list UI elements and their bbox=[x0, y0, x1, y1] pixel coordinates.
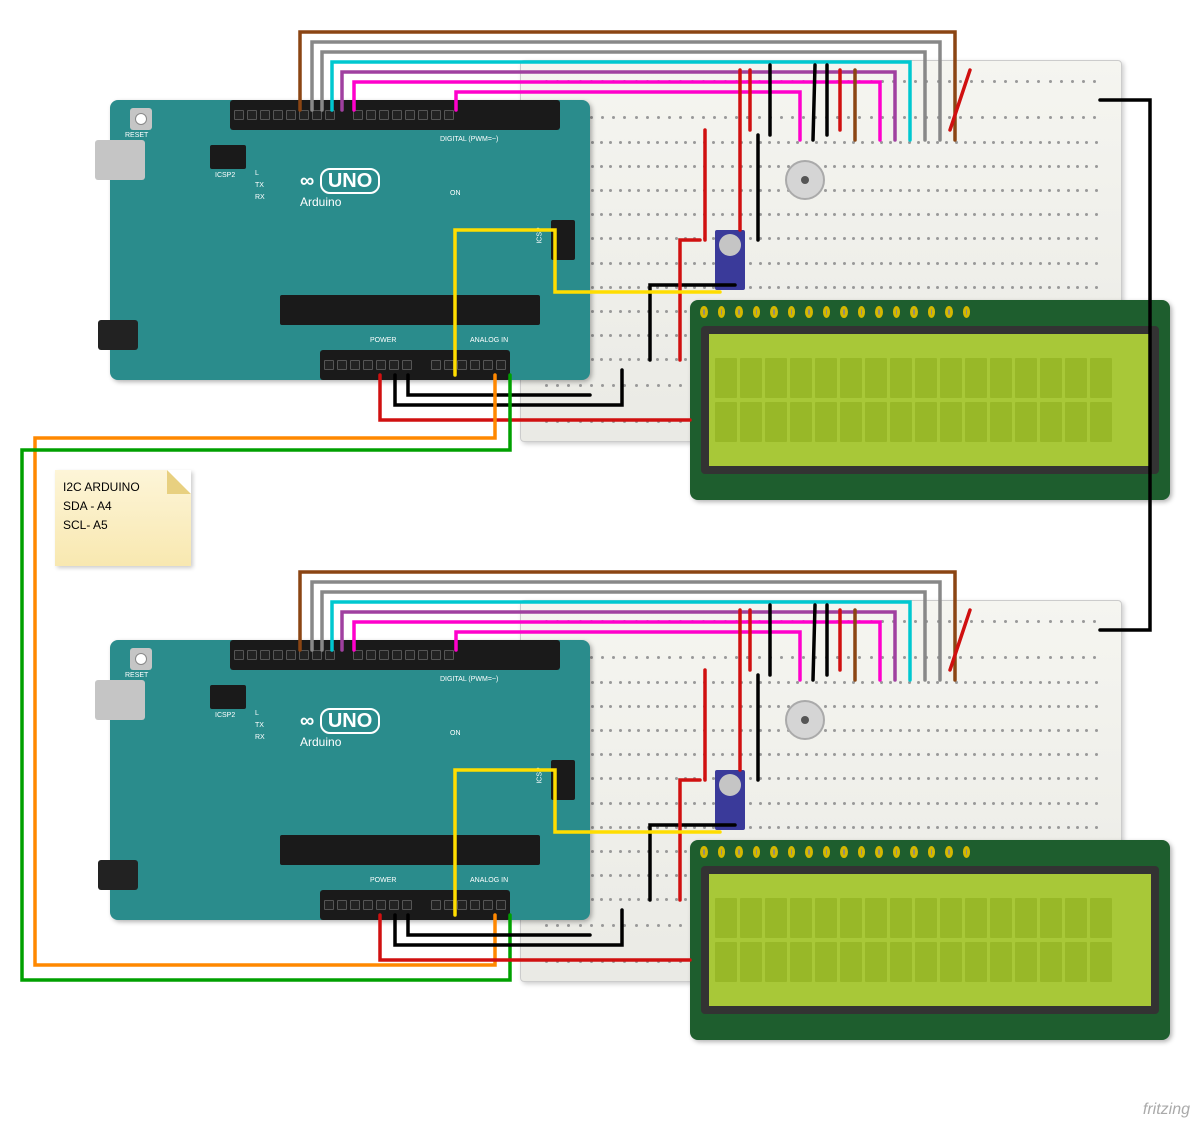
lcd-screen bbox=[701, 326, 1159, 474]
infinity-icon: ∞ bbox=[300, 170, 314, 192]
power-jack bbox=[98, 860, 138, 890]
atmega-chip bbox=[280, 835, 540, 865]
lcd-row-0 bbox=[715, 358, 1145, 398]
power-text: POWER bbox=[370, 877, 396, 884]
note-line3: SCL- A5 bbox=[63, 516, 183, 535]
lcd-pin-row bbox=[700, 846, 970, 864]
icsp-header bbox=[551, 220, 575, 260]
model-label: UNO bbox=[320, 168, 380, 194]
lcd-top bbox=[690, 300, 1170, 500]
note-i2c: I2C ARDUINO SDA - A4 SCL- A5 bbox=[55, 470, 191, 566]
reset-button[interactable] bbox=[130, 108, 152, 130]
brand-label: Arduino bbox=[300, 195, 341, 209]
L-led: L bbox=[255, 170, 259, 177]
bb-rail bbox=[521, 641, 1121, 673]
usb-port bbox=[95, 680, 145, 720]
icsp2-header bbox=[210, 685, 246, 709]
lcd-row-1 bbox=[715, 942, 1145, 982]
bb-rail bbox=[521, 65, 1121, 97]
arduino-master: RESET ICSP2 ∞ UNO Arduino L TX RX ON DIG… bbox=[110, 100, 590, 380]
brand-label: Arduino bbox=[300, 735, 341, 749]
ON-led: ON bbox=[450, 190, 461, 197]
note-line2: SDA - A4 bbox=[63, 497, 183, 516]
TX-led: TX bbox=[255, 722, 264, 729]
L-led: L bbox=[255, 710, 259, 717]
icsp2-header bbox=[210, 145, 246, 169]
note-line1: I2C ARDUINO bbox=[63, 478, 183, 497]
atmega-chip bbox=[280, 295, 540, 325]
icsp-label: ICSP bbox=[536, 227, 543, 243]
uno-logo: ∞ UNO bbox=[300, 170, 380, 193]
reset-label: RESET bbox=[125, 132, 148, 139]
digital-text: DIGITAL (PWM=~) bbox=[440, 676, 498, 683]
digital-header bbox=[230, 100, 560, 130]
icsp2-label: ICSP2 bbox=[215, 172, 235, 179]
lcd-row-0 bbox=[715, 898, 1145, 938]
lcd-screen bbox=[701, 866, 1159, 1014]
lcd-pin-row bbox=[700, 306, 970, 324]
infinity-icon: ∞ bbox=[300, 710, 314, 732]
reset-button[interactable] bbox=[130, 648, 152, 670]
icsp2-label: ICSP2 bbox=[215, 712, 235, 719]
power-analog-header bbox=[320, 350, 510, 380]
icsp-label: ICSP bbox=[536, 767, 543, 783]
trimpot-bottom[interactable] bbox=[715, 770, 745, 830]
bb-rail bbox=[521, 101, 1121, 133]
fritzing-watermark: fritzing bbox=[1143, 1101, 1190, 1119]
analog-text: ANALOG IN bbox=[470, 337, 508, 344]
lcd-row-1 bbox=[715, 402, 1145, 442]
model-label: UNO bbox=[320, 708, 380, 734]
usb-port bbox=[95, 140, 145, 180]
power-jack bbox=[98, 320, 138, 350]
RX-led: RX bbox=[255, 194, 265, 201]
potentiometer-bottom[interactable] bbox=[785, 700, 825, 740]
ON-led: ON bbox=[450, 730, 461, 737]
bb-rail bbox=[521, 605, 1121, 637]
lcd-bottom bbox=[690, 840, 1170, 1040]
trimpot-top[interactable] bbox=[715, 230, 745, 290]
power-text: POWER bbox=[370, 337, 396, 344]
potentiometer-top[interactable] bbox=[785, 160, 825, 200]
arduino-slave: RESET ICSP2 ∞ UNO Arduino L TX RX ON DIG… bbox=[110, 640, 590, 920]
TX-led: TX bbox=[255, 182, 264, 189]
icsp-header bbox=[551, 760, 575, 800]
digital-text: DIGITAL (PWM=~) bbox=[440, 136, 498, 143]
RX-led: RX bbox=[255, 734, 265, 741]
power-analog-header bbox=[320, 890, 510, 920]
digital-header bbox=[230, 640, 560, 670]
analog-text: ANALOG IN bbox=[470, 877, 508, 884]
reset-label: RESET bbox=[125, 672, 148, 679]
uno-logo: ∞ UNO bbox=[300, 710, 380, 733]
